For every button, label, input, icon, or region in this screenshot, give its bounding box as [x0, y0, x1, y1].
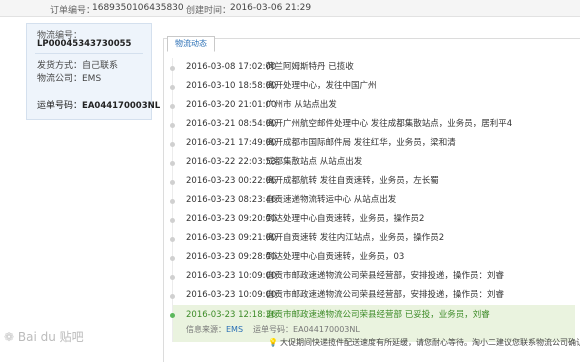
- timeline-item: 2016-03-21 17:49:00离开成都市国际邮件局 发往红华，业务员，梁…: [170, 134, 575, 153]
- event-time: 2016-03-23 12:18:36: [186, 310, 277, 320]
- timeline-item: 2016-03-10 18:58:00离开处理中心，发往中国广州: [170, 77, 575, 96]
- watermark-text: Bai du 贴吧: [17, 330, 84, 344]
- event-time: 2016-03-21 08:54:00: [186, 119, 277, 129]
- notice-text: 大促期间快递揽件配送速度有所延缓，请您耐心等待。淘小二建议您联系物流公司确认: [279, 338, 580, 347]
- timeline-item: 2016-03-23 09:21:00离开自贡速转 发往内江站点，业务员，操作员…: [170, 229, 575, 248]
- event-time: 2016-03-23 10:09:00: [186, 271, 277, 281]
- event-desc: 到达处理中心自贡速转，业务员，操作员2: [266, 214, 425, 224]
- event-time: 2016-03-20 21:01:00: [186, 100, 277, 110]
- event-desc: 自贡市邮政速递物流公司荣县经营部，安排投递，操作员：刘睿: [266, 290, 505, 300]
- source-label: 信息来源：: [186, 325, 226, 334]
- event-time: 2016-03-08 17:02:00: [186, 62, 277, 72]
- ship-method: 发货方式：自己联系: [37, 61, 119, 71]
- event-time: 2016-03-23 09:20:00: [186, 214, 277, 224]
- event-desc: 到达处理中心自贡速转，业务员，03: [266, 252, 405, 262]
- tracking-label: 运单号码：: [37, 101, 83, 111]
- timeline-item: 2016-03-23 10:09:00自贡市邮政速递物流公司荣县经营部，安排投递…: [170, 286, 575, 305]
- event-desc: 离开处理中心，发往中国广州: [266, 81, 377, 91]
- tab-logistics-updates[interactable]: 物流动态: [167, 36, 215, 52]
- paw-icon: ❁: [4, 330, 15, 344]
- timeline-item: 2016-03-23 08:23:46自贡速递物流转运中心 从站点出发: [170, 191, 575, 210]
- lightbulb-icon: 💡: [268, 338, 278, 347]
- event-time: 2016-03-23 09:21:00: [186, 233, 277, 243]
- event-time: 2016-03-23 10:09:00: [186, 290, 277, 300]
- event-time: 2016-03-22 22:03:53: [186, 157, 277, 167]
- created-time-label: 创建时间：: [186, 6, 232, 16]
- event-time: 2016-03-23 08:23:46: [186, 195, 277, 205]
- event-desc: 离开自贡速转 发往内江站点，业务员，操作员2: [266, 233, 445, 243]
- timeline-item: 2016-03-08 17:02:00荷兰阿姆斯特丹 已揽收: [170, 58, 575, 77]
- tracking-number: EA044170003NL: [82, 101, 161, 111]
- timeline-item: 2016-03-21 08:54:00离开广州航空邮件处理中心 发往成都集散站点…: [170, 115, 575, 134]
- waybill-number: LP00045343730055: [37, 39, 132, 49]
- event-source: 信息来源：EMS 运单号码：EA044170003NL: [186, 324, 575, 335]
- event-desc: 成都集散站点 从站点出发: [266, 157, 363, 167]
- timeline-item: 2016-03-22 22:03:53成都集散站点 从站点出发: [170, 153, 575, 172]
- event-time: 2016-03-21 17:49:00: [186, 138, 277, 148]
- event-desc: 离开成都市国际邮件局 发往红华，业务员，梁和清: [266, 138, 456, 148]
- timeline-item: 2016-03-23 00:22:06离开成都航转 发往自贡速转，业务员，左长蜀: [170, 172, 575, 191]
- carrier: 物流公司：EMS: [37, 74, 102, 84]
- order-number-label: 订单编号：: [50, 6, 96, 16]
- event-desc: 自贡速递物流转运中心 从站点出发: [266, 195, 397, 205]
- event-time: 2016-03-23 09:28:00: [186, 252, 277, 262]
- event-desc: 离开成都航转 发往自贡速转，业务员，左长蜀: [266, 176, 439, 186]
- tracking-number-row: 运单号码：EA044170003NL: [37, 98, 160, 111]
- source-tracking: 运单号码：EA044170003NL: [253, 325, 360, 334]
- timeline-item: 2016-03-20 21:01:00广州市 从站点出发: [170, 96, 575, 115]
- timeline-item: 2016-03-23 10:09:00自贡市邮政速递物流公司荣县经营部，安排投递…: [170, 267, 575, 286]
- event-desc: 自贡市邮政速递物流公司荣县经营部 已妥投，业务员，刘睿: [266, 310, 490, 320]
- event-desc: 离开广州航空邮件处理中心 发往成都集散站点，业务员，居利平4: [266, 119, 513, 129]
- timeline-item: 2016-03-23 09:28:00到达处理中心自贡速转，业务员，03: [170, 248, 575, 267]
- baidu-tieba-watermark: ❁ Bai du 贴吧: [4, 328, 84, 345]
- created-time: 2016-03-06 21:29: [230, 3, 312, 13]
- event-desc: 广州市 从站点出发: [266, 100, 337, 110]
- order-header: 订单编号： 1689350106435830 创建时间： 2016-03-06 …: [0, 0, 580, 17]
- divider: [35, 53, 143, 54]
- timeline-item: 2016-03-23 09:20:00到达处理中心自贡速转，业务员，操作员2: [170, 210, 575, 229]
- order-number: 1689350106435830: [92, 3, 184, 13]
- event-desc: 荷兰阿姆斯特丹 已揽收: [266, 62, 354, 72]
- event-time: 2016-03-23 00:22:06: [186, 176, 277, 186]
- shipment-info-panel: 物流编号： LP00045343730055 发货方式：自己联系 物流公司：EM…: [26, 23, 160, 120]
- source-link[interactable]: EMS: [226, 325, 243, 334]
- event-desc: 自贡市邮政速递物流公司荣县经营部，安排投递，操作员：刘睿: [266, 271, 505, 281]
- event-time: 2016-03-10 18:58:00: [186, 81, 277, 91]
- delivery-notice: 💡 大促期间快递揽件配送速度有所延缓，请您耐心等待。淘小二建议您联系物流公司确认: [268, 337, 580, 348]
- tracking-timeline: 2016-03-08 17:02:00荷兰阿姆斯特丹 已揽收 2016-03-1…: [170, 58, 575, 342]
